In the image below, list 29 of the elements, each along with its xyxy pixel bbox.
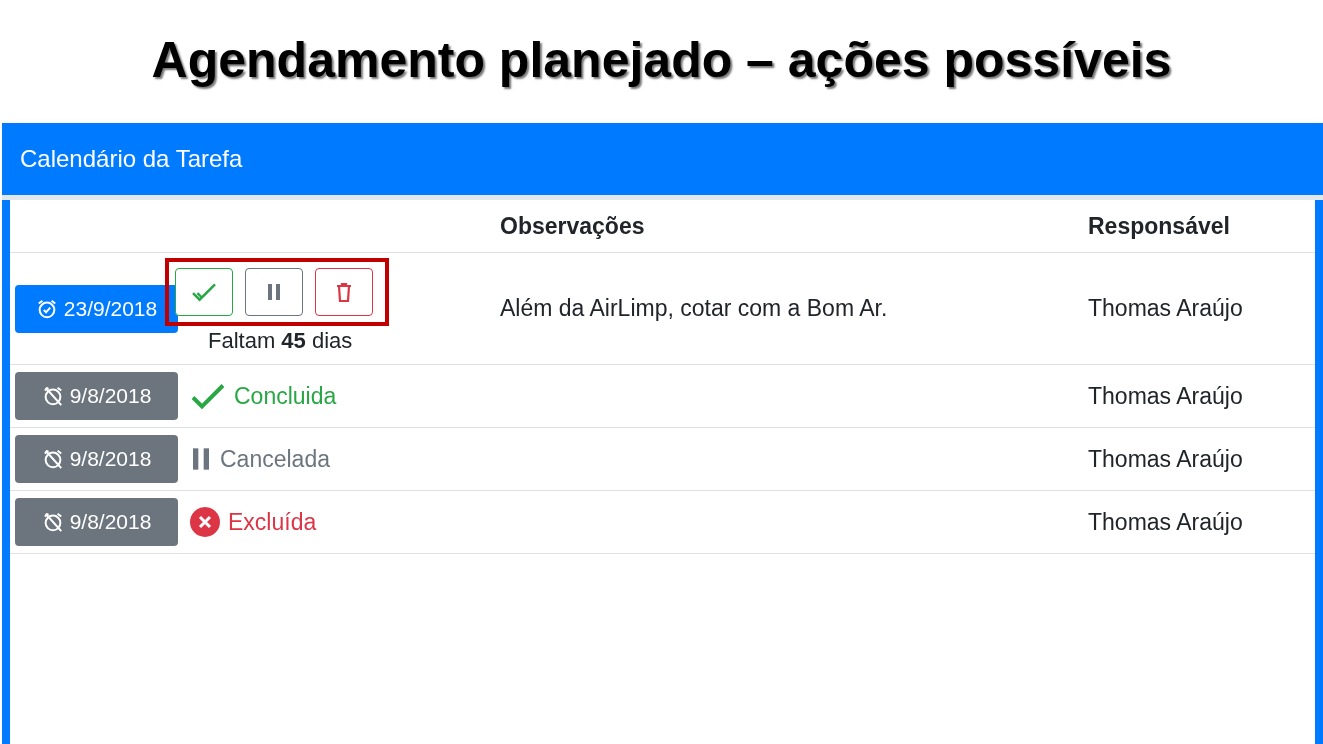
slide-title: Agendamento planejado – ações possíveis <box>150 30 1173 90</box>
table-cell: Thomas Araújo <box>1088 508 1243 535</box>
countdown-text: Faltam 45 dias <box>208 327 353 354</box>
date-button[interactable]: 9/8/2018 <box>15 498 178 546</box>
column-header: Responsável <box>1088 212 1230 239</box>
status-label: Concluida <box>234 382 337 410</box>
date-button[interactable]: 9/8/2018 <box>15 372 178 420</box>
table-cell: Thomas Araújo <box>1088 295 1243 321</box>
complete-button[interactable] <box>175 267 233 316</box>
table-cell: Thomas Araújo <box>1088 445 1243 472</box>
close-icon <box>190 507 220 537</box>
check-icon <box>190 381 226 411</box>
panel-title: Calendário da Tarefa <box>20 145 243 173</box>
alarm-clock-check-icon <box>35 297 58 320</box>
pause-button[interactable] <box>245 267 303 316</box>
alarm-clock-off-icon <box>41 385 64 407</box>
pause-icon <box>190 447 212 471</box>
date-button[interactable]: 9/8/2018 <box>15 435 178 483</box>
status-label: Cancelada <box>220 445 330 473</box>
alarm-clock-off-icon <box>41 448 64 470</box>
alarm-clock-off-icon <box>41 511 64 533</box>
pause-icon <box>266 282 282 301</box>
trash-icon <box>336 281 352 302</box>
delete-button[interactable] <box>315 267 373 316</box>
column-header: Observações <box>500 212 645 239</box>
status-label: Excluída <box>228 508 317 536</box>
table-cell: Thomas Araújo <box>1088 382 1243 409</box>
table-cell: Além da AirLimp, cotar com a Bom Ar. <box>500 295 888 321</box>
date-button[interactable]: 23/9/2018 <box>15 284 178 333</box>
